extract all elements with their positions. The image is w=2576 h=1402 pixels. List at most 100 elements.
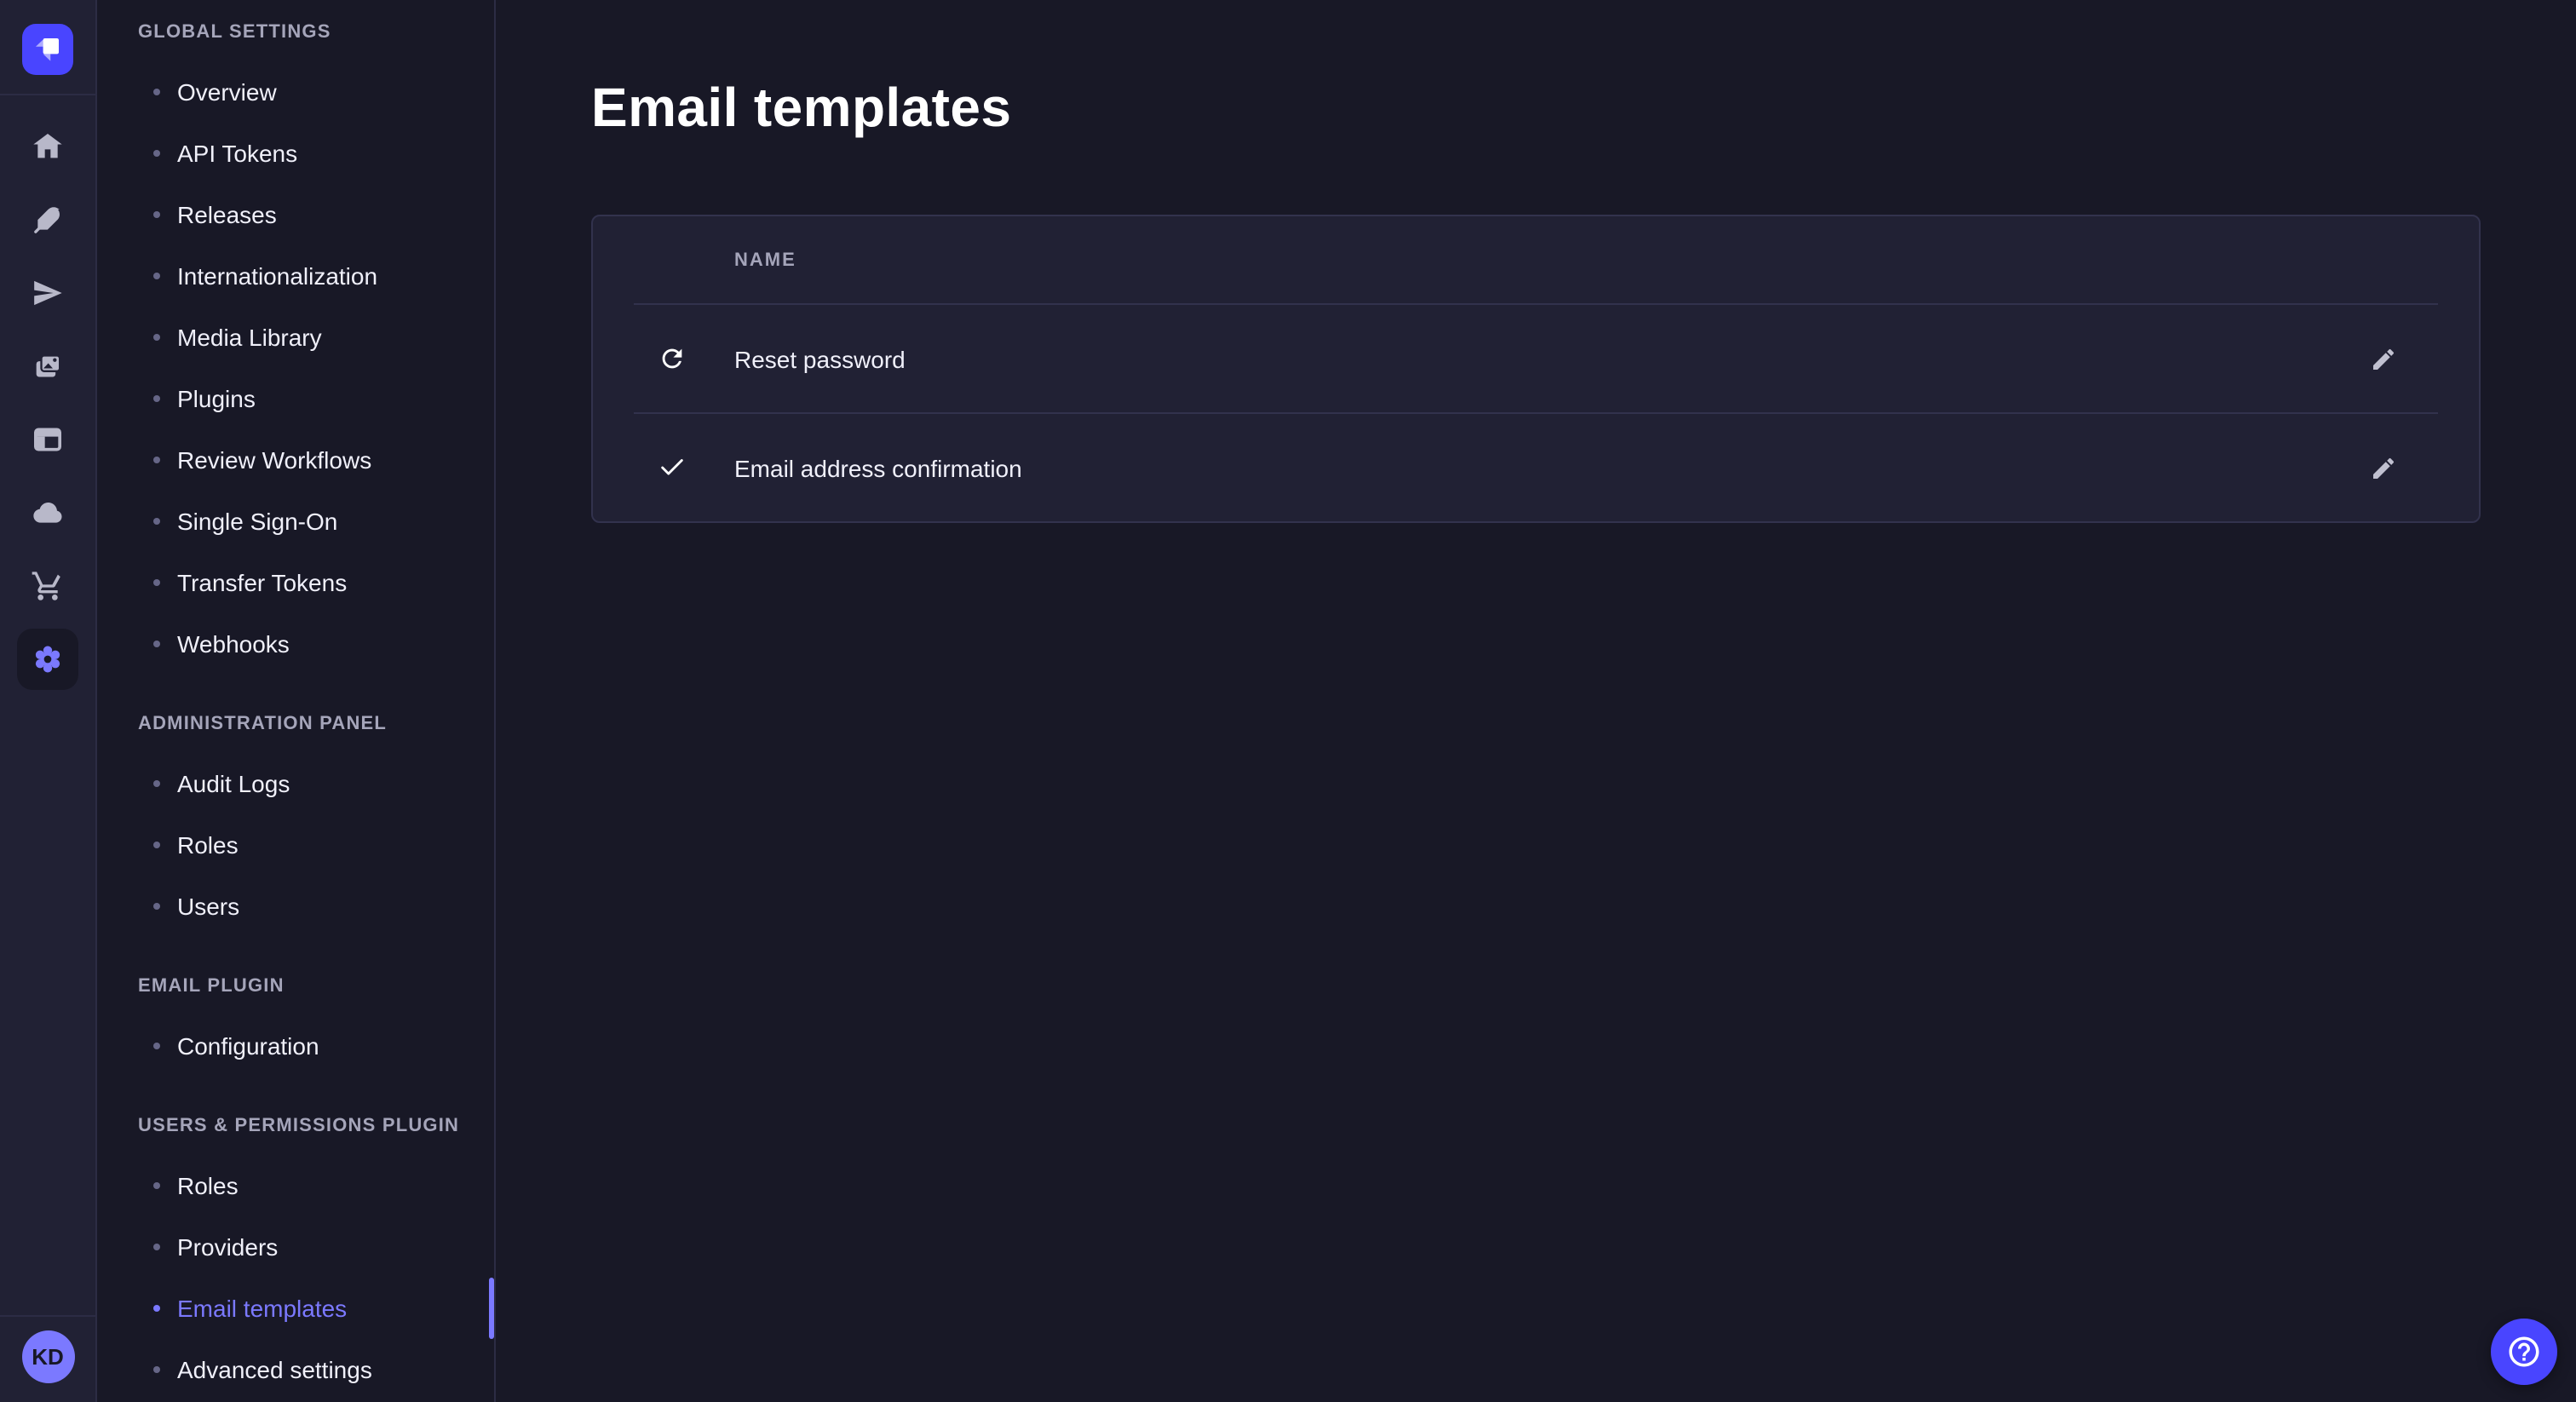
subnav-item-users[interactable]: Users bbox=[97, 876, 494, 937]
table-header: NAME bbox=[593, 216, 2479, 303]
strapi-logo[interactable] bbox=[22, 24, 73, 75]
subnav-item-label: Roles bbox=[177, 831, 239, 859]
check-icon-wrap bbox=[656, 452, 687, 483]
rail-item-feather[interactable] bbox=[17, 189, 78, 250]
table-row-reset-password[interactable]: Reset password bbox=[593, 305, 2479, 412]
refresh-icon bbox=[657, 344, 686, 373]
check-icon bbox=[657, 453, 686, 482]
rail-item-media-library[interactable] bbox=[17, 336, 78, 397]
email-templates-table: NAME Reset password Email address confirm… bbox=[591, 215, 2481, 523]
template-name: Email address confirmation bbox=[734, 454, 1022, 481]
subnav-item-webhooks[interactable]: Webhooks bbox=[97, 613, 494, 675]
subnav-item-label: Providers bbox=[177, 1233, 278, 1261]
page-title: Email templates bbox=[591, 75, 2481, 140]
subnav-item-audit-logs[interactable]: Audit Logs bbox=[97, 753, 494, 814]
subnav-item-label: Review Workflows bbox=[177, 446, 371, 474]
bullet-icon bbox=[153, 211, 160, 218]
icon-rail: KD bbox=[0, 0, 97, 1402]
subnav-item-internationalization[interactable]: Internationalization bbox=[97, 245, 494, 307]
subnav-section-administration-panel: ADMINISTRATION PANEL Audit Logs Roles Users bbox=[97, 712, 494, 937]
subnav-item-roles[interactable]: Roles bbox=[97, 1155, 494, 1216]
subnav-item-api-tokens[interactable]: API Tokens bbox=[97, 123, 494, 184]
bullet-icon bbox=[153, 518, 160, 525]
subnav-item-label: Internationalization bbox=[177, 262, 377, 290]
section-header: GLOBAL SETTINGS bbox=[97, 20, 494, 44]
rail-item-home[interactable] bbox=[17, 116, 78, 177]
rail-item-layout[interactable] bbox=[17, 409, 78, 470]
feather-icon bbox=[31, 203, 65, 237]
subnav-item-transfer-tokens[interactable]: Transfer Tokens bbox=[97, 552, 494, 613]
subnav-item-label: API Tokens bbox=[177, 140, 297, 167]
subnav-section-users-permissions-plugin: USERS & PERMISSIONS PLUGIN Roles Providers… bbox=[97, 1114, 494, 1400]
layout-icon bbox=[31, 422, 65, 457]
subnav-item-label: Media Library bbox=[177, 324, 322, 351]
bullet-icon bbox=[153, 89, 160, 95]
subnav-item-label: Overview bbox=[177, 78, 277, 106]
subnav-section-global-settings: GLOBAL SETTINGS Overview API Tokens Release… bbox=[97, 20, 494, 675]
subnav-item-overview[interactable]: Overview bbox=[97, 61, 494, 123]
subnav-item-review-workflows[interactable]: Review Workflows bbox=[97, 429, 494, 491]
subnav-item-providers[interactable]: Providers bbox=[97, 1216, 494, 1278]
subnav-item-label: Configuration bbox=[177, 1032, 319, 1060]
subnav-item-label: Transfer Tokens bbox=[177, 569, 347, 596]
bullet-icon bbox=[153, 641, 160, 647]
refresh-icon-wrap bbox=[656, 343, 687, 374]
subnav-item-label: Roles bbox=[177, 1172, 239, 1199]
subnav-item-roles[interactable]: Roles bbox=[97, 814, 494, 876]
subnav-item-media-library[interactable]: Media Library bbox=[97, 307, 494, 368]
subnav-item-label: Users bbox=[177, 893, 239, 920]
subnav-item-label: Releases bbox=[177, 201, 277, 228]
bullet-icon bbox=[153, 842, 160, 848]
section-header: USERS & PERMISSIONS PLUGIN bbox=[97, 1114, 494, 1138]
subnav-item-plugins[interactable]: Plugins bbox=[97, 368, 494, 429]
section-header: ADMINISTRATION PANEL bbox=[97, 712, 494, 736]
bullet-icon bbox=[153, 780, 160, 787]
bullet-icon bbox=[153, 1305, 160, 1312]
paper-plane-icon bbox=[31, 276, 65, 310]
bullet-icon bbox=[153, 1182, 160, 1189]
user-avatar[interactable]: KD bbox=[21, 1330, 74, 1383]
rail-item-shopping-cart[interactable] bbox=[17, 555, 78, 617]
subnav-item-label: Email templates bbox=[177, 1295, 347, 1322]
settings-subnav: GLOBAL SETTINGS Overview API Tokens Release… bbox=[97, 0, 496, 1402]
subnav-item-configuration[interactable]: Configuration bbox=[97, 1015, 494, 1077]
pencil-icon bbox=[2370, 454, 2397, 481]
media-library-icon bbox=[31, 349, 65, 383]
bullet-icon bbox=[153, 1366, 160, 1373]
subnav-item-advanced-settings[interactable]: Advanced settings bbox=[97, 1339, 494, 1400]
table-row-email-address-confirmation[interactable]: Email address confirmation bbox=[593, 414, 2479, 521]
subnav-section-email-plugin: EMAIL PLUGIN Configuration bbox=[97, 974, 494, 1077]
bullet-icon bbox=[153, 579, 160, 586]
settings-gear-icon bbox=[31, 642, 65, 676]
edit-button[interactable] bbox=[2356, 331, 2411, 386]
question-mark-icon bbox=[2506, 1334, 2542, 1370]
app-window: KD GLOBAL SETTINGS Overview API Tokens Rele… bbox=[0, 0, 2576, 1402]
edit-button[interactable] bbox=[2356, 440, 2411, 495]
rail-item-paper-plane[interactable] bbox=[17, 262, 78, 324]
subnav-item-label: Webhooks bbox=[177, 630, 290, 658]
rail-item-cloud[interactable] bbox=[17, 482, 78, 543]
subnav-item-label: Audit Logs bbox=[177, 770, 290, 797]
template-name: Reset password bbox=[734, 345, 906, 372]
bullet-icon bbox=[153, 395, 160, 402]
home-icon bbox=[31, 129, 65, 164]
bullet-icon bbox=[153, 1244, 160, 1250]
subnav-item-releases[interactable]: Releases bbox=[97, 184, 494, 245]
rail-bottom-divider bbox=[0, 1315, 95, 1317]
bullet-icon bbox=[153, 273, 160, 279]
cloud-icon bbox=[31, 496, 65, 530]
rail-item-settings-gear[interactable] bbox=[17, 629, 78, 690]
subnav-item-email-templates[interactable]: Email templates bbox=[97, 1278, 494, 1339]
help-button[interactable] bbox=[2491, 1319, 2557, 1385]
column-header-name: NAME bbox=[734, 250, 796, 270]
active-item-indicator bbox=[489, 1278, 494, 1339]
subnav-item-label: Plugins bbox=[177, 385, 256, 412]
subnav-item-single-sign-on[interactable]: Single Sign-On bbox=[97, 491, 494, 552]
bullet-icon bbox=[153, 150, 160, 157]
subnav-item-label: Single Sign-On bbox=[177, 508, 337, 535]
shopping-cart-icon bbox=[31, 569, 65, 603]
strapi-logo-mark bbox=[26, 27, 70, 72]
section-header: EMAIL PLUGIN bbox=[97, 974, 494, 998]
rail-divider bbox=[0, 94, 95, 95]
bullet-icon bbox=[153, 334, 160, 341]
